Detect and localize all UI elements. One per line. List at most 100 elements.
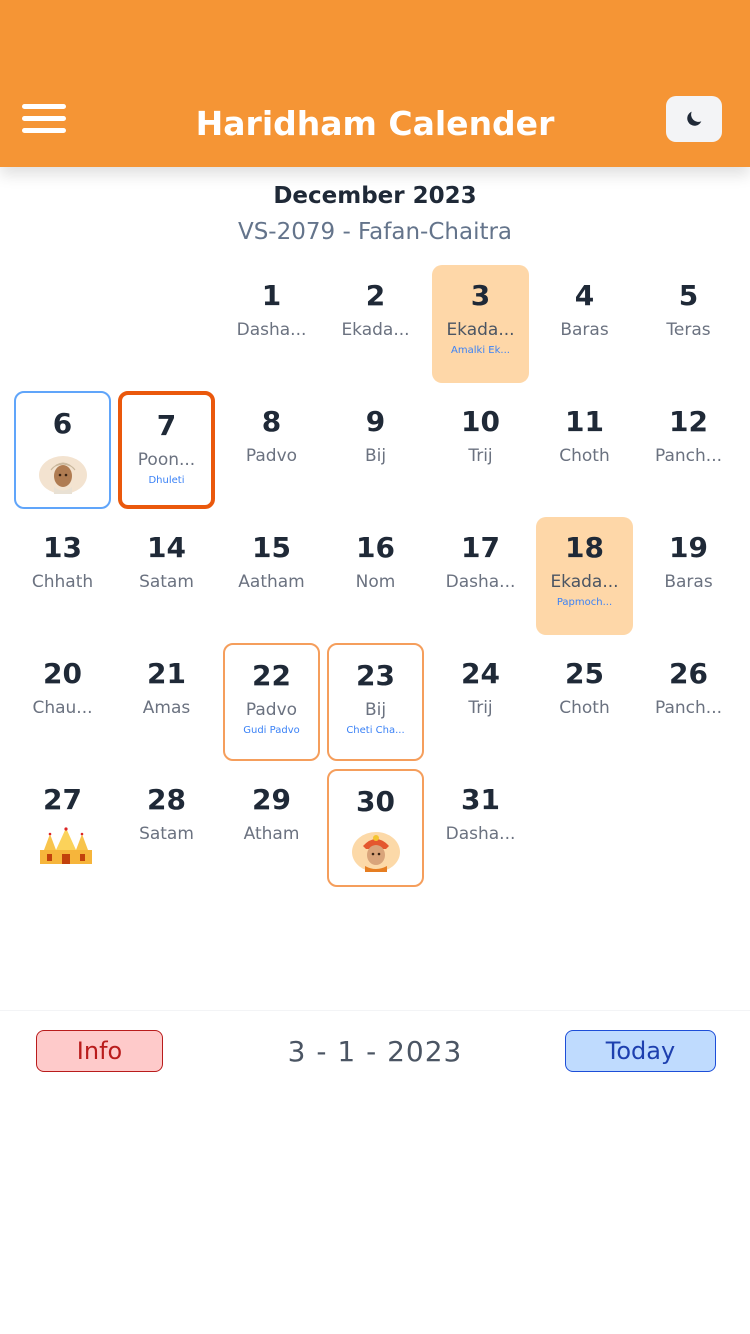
day-number: 17 (461, 531, 500, 564)
footer-divider (0, 1010, 750, 1011)
day-number: 13 (43, 531, 82, 564)
day-number: 11 (565, 405, 604, 438)
day-number: 31 (461, 783, 500, 816)
day-number: 10 (461, 405, 500, 438)
festival-label: Amalki Ek... (451, 345, 510, 356)
day-number: 18 (565, 531, 604, 564)
tithi-label: Choth (559, 698, 610, 718)
tithi-label: Trij (468, 698, 493, 718)
day-cell-31[interactable]: 31 Dasha... (432, 769, 529, 887)
day-number: 4 (574, 279, 595, 312)
day-number: 26 (669, 657, 708, 690)
day-cell-25[interactable]: 25 Choth (536, 643, 633, 761)
tithi-label: Bij (364, 700, 387, 720)
day-number: 2 (365, 279, 386, 312)
day-cell-20[interactable]: 20 Chau... (14, 643, 111, 761)
day-number: 30 (356, 785, 395, 818)
day-cell-19[interactable]: 19 Baras (640, 517, 737, 635)
day-number: 20 (43, 657, 82, 690)
day-cell-11[interactable]: 11 Choth (536, 391, 633, 509)
tithi-label: Atham (243, 824, 300, 844)
day-cell-5[interactable]: 5 Teras (640, 265, 737, 383)
temple-icon (38, 826, 92, 870)
tithi-label: Panch... (654, 446, 722, 466)
festival-label: Papmoch... (556, 597, 613, 608)
day-cell-3[interactable]: 3 Ekada... Amalki Ek... (432, 265, 529, 383)
day-cell-26[interactable]: 26 Panch... (640, 643, 737, 761)
day-number: 16 (356, 531, 395, 564)
day-number: 8 (261, 405, 282, 438)
day-cell-28[interactable]: 28 Satam (118, 769, 215, 887)
day-cell-4[interactable]: 4 Baras (536, 265, 633, 383)
day-number: 12 (669, 405, 708, 438)
day-number: 14 (147, 531, 186, 564)
day-number: 23 (356, 659, 395, 692)
tithi-label: Teras (666, 320, 711, 340)
tithi-label: Baras (664, 572, 713, 592)
day-cell-8[interactable]: 8 Padvo (223, 391, 320, 509)
day-cell-15[interactable]: 15 Aatham (223, 517, 320, 635)
day-cell-18[interactable]: 18 Ekada... Papmoch... (536, 517, 633, 635)
tithi-label: Dasha... (445, 572, 516, 592)
tithi-label: Poon... (137, 450, 196, 470)
day-number: 27 (43, 783, 82, 816)
app-title: Haridham Calender (195, 104, 555, 143)
day-number: 7 (156, 409, 177, 442)
tithi-label: Ekada... (550, 572, 619, 592)
day-cell-6[interactable]: 6 (14, 391, 111, 509)
day-cell-17[interactable]: 17 Dasha... (432, 517, 529, 635)
tithi-label: Dasha... (236, 320, 307, 340)
day-number: 29 (252, 783, 291, 816)
day-number: 24 (461, 657, 500, 690)
day-cell-16[interactable]: 16 Nom (327, 517, 424, 635)
tithi-label: Trij (468, 446, 493, 466)
tithi-label: Choth (559, 446, 610, 466)
month-title: December 2023 (273, 183, 477, 209)
tithi-label: Satam (139, 572, 194, 592)
day-cell-14[interactable]: 14 Satam (118, 517, 215, 635)
day-cell-9[interactable]: 9 Bij (327, 391, 424, 509)
vikram-samvat-label: VS-2079 - Fafan-Chaitra (237, 219, 513, 245)
tithi-label: Nom (355, 572, 396, 592)
day-cell-29[interactable]: 29 Atham (223, 769, 320, 887)
day-number: 28 (147, 783, 186, 816)
day-cell-21[interactable]: 21 Amas (118, 643, 215, 761)
tithi-label: Padvo (245, 446, 298, 466)
day-cell-1[interactable]: 1 Dasha... (223, 265, 320, 383)
day-number: 1 (261, 279, 282, 312)
day-number: 15 (252, 531, 291, 564)
tithi-label: Ekada... (341, 320, 410, 340)
day-cell-7[interactable]: 7 Poon... Dhuleti (118, 391, 215, 509)
day-cell-27[interactable]: 27 (14, 769, 111, 887)
day-number: 5 (678, 279, 699, 312)
day-cell-24[interactable]: 24 Trij (432, 643, 529, 761)
tithi-label: Satam (139, 824, 194, 844)
dark-mode-toggle-button[interactable] (666, 96, 722, 142)
day-number: 9 (365, 405, 386, 438)
day-cell-12[interactable]: 12 Panch... (640, 391, 737, 509)
festival-label: Cheti Cha... (346, 725, 405, 736)
swami-portrait-icon (351, 828, 401, 872)
festival-label: Gudi Padvo (243, 725, 300, 736)
moon-icon (687, 111, 702, 126)
day-number: 22 (252, 659, 291, 692)
day-cell-13[interactable]: 13 Chhath (14, 517, 111, 635)
tithi-label: Panch... (654, 698, 722, 718)
day-cell-23[interactable]: 23 Bij Cheti Cha... (327, 643, 424, 761)
day-cell-10[interactable]: 10 Trij (432, 391, 529, 509)
saint-portrait-icon (38, 450, 88, 494)
tithi-label: Bij (364, 446, 387, 466)
tithi-label: Amas (142, 698, 191, 718)
tithi-label: Baras (560, 320, 609, 340)
day-cell-22[interactable]: 22 Padvo Gudi Padvo (223, 643, 320, 761)
day-number: 6 (52, 407, 73, 440)
day-cell-30[interactable]: 30 (327, 769, 424, 887)
tithi-label: Ekada... (446, 320, 515, 340)
day-number: 21 (147, 657, 186, 690)
today-button[interactable]: Today (565, 1030, 716, 1072)
app-header: Haridham Calender (0, 0, 750, 167)
tithi-label: Dasha... (445, 824, 516, 844)
tithi-label: Chhath (31, 572, 94, 592)
day-number: 19 (669, 531, 708, 564)
day-cell-2[interactable]: 2 Ekada... (327, 265, 424, 383)
